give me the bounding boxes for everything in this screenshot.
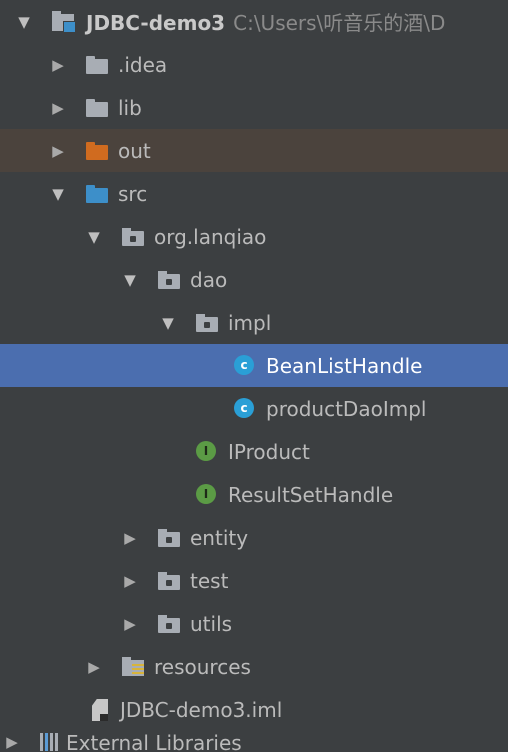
expand-arrow-icon[interactable]: ▼ xyxy=(86,228,102,246)
excluded-folder-icon xyxy=(86,142,108,160)
tree-node-test[interactable]: ▶ test xyxy=(0,559,508,602)
expand-arrow-icon[interactable]: ▼ xyxy=(16,13,32,31)
iml-file-icon xyxy=(92,699,108,721)
class-icon: c xyxy=(234,398,254,418)
collapse-arrow-icon[interactable]: ▶ xyxy=(50,99,66,117)
tree-node-org-lanqiao[interactable]: ▼ org.lanqiao xyxy=(0,215,508,258)
tree-node-dao[interactable]: ▼ dao xyxy=(0,258,508,301)
class-icon: c xyxy=(234,355,254,375)
tree-node-product-dao-impl[interactable]: c productDaoImpl xyxy=(0,387,508,430)
tree-node-label: resources xyxy=(154,654,251,679)
resources-folder-icon xyxy=(122,657,144,676)
project-path: C:\Users\听音乐的酒\D xyxy=(233,11,446,35)
expand-arrow-icon[interactable]: ▼ xyxy=(122,271,138,289)
collapse-arrow-icon[interactable]: ▶ xyxy=(50,142,66,160)
package-icon xyxy=(122,228,144,246)
library-icon xyxy=(40,733,60,751)
tree-node-label: dao xyxy=(190,267,228,292)
tree-node-label: impl xyxy=(228,310,272,335)
tree-node-label: BeanListHandle xyxy=(266,353,423,378)
tree-node-bean-list-handle[interactable]: c BeanListHandle xyxy=(0,344,508,387)
interface-icon: I xyxy=(196,441,216,461)
tree-node-entity[interactable]: ▶ entity xyxy=(0,516,508,559)
expand-arrow-icon[interactable]: ▼ xyxy=(50,185,66,203)
package-icon xyxy=(158,271,180,289)
tree-node-project-root[interactable]: ▼ JDBC-demo3 C:\Users\听音乐的酒\D xyxy=(0,0,508,43)
collapse-arrow-icon[interactable]: ▶ xyxy=(122,529,138,547)
interface-icon: I xyxy=(196,484,216,504)
tree-node-idea[interactable]: ▶ .idea xyxy=(0,43,508,86)
project-name: JDBC-demo3 xyxy=(86,11,226,35)
package-icon xyxy=(158,572,180,590)
tree-node-label: utils xyxy=(190,611,233,636)
source-folder-icon xyxy=(86,185,108,203)
collapse-arrow-icon[interactable]: ▶ xyxy=(86,658,102,676)
package-icon xyxy=(158,615,180,633)
tree-node-iml-file[interactable]: JDBC-demo3.iml xyxy=(0,688,508,731)
package-icon xyxy=(158,529,180,547)
tree-node-result-set-handle[interactable]: I ResultSetHandle xyxy=(0,473,508,516)
tree-node-label: out xyxy=(118,138,151,163)
tree-node-utils[interactable]: ▶ utils xyxy=(0,602,508,645)
tree-node-label: External Libraries xyxy=(66,731,242,752)
tree-node-impl[interactable]: ▼ impl xyxy=(0,301,508,344)
tree-node-resources[interactable]: ▶ resources xyxy=(0,645,508,688)
tree-node-label: IProduct xyxy=(228,439,310,464)
tree-node-out[interactable]: ▶ out xyxy=(0,129,508,172)
tree-node-label: .idea xyxy=(118,52,168,77)
module-folder-icon xyxy=(52,11,76,33)
tree-node-label: entity xyxy=(190,525,249,550)
collapse-arrow-icon[interactable]: ▶ xyxy=(122,572,138,590)
folder-icon xyxy=(86,56,108,74)
collapse-arrow-icon[interactable]: ▶ xyxy=(50,56,66,74)
tree-node-label: org.lanqiao xyxy=(154,224,267,249)
project-tree: ▼ JDBC-demo3 C:\Users\听音乐的酒\D ▶ .idea ▶ l… xyxy=(0,0,508,752)
tree-node-label: src xyxy=(118,181,148,206)
tree-node-src[interactable]: ▼ src xyxy=(0,172,508,215)
folder-icon xyxy=(86,99,108,117)
tree-node-iproduct[interactable]: I IProduct xyxy=(0,430,508,473)
tree-node-label: ResultSetHandle xyxy=(228,482,394,507)
tree-node-label: test xyxy=(190,568,229,593)
collapse-arrow-icon[interactable]: ▶ xyxy=(4,733,20,751)
tree-node-label: JDBC-demo3.iml xyxy=(120,697,283,722)
collapse-arrow-icon[interactable]: ▶ xyxy=(122,615,138,633)
tree-node-external-libraries[interactable]: ▶ External Libraries xyxy=(0,731,508,752)
tree-node-label: lib xyxy=(118,95,142,120)
expand-arrow-icon[interactable]: ▼ xyxy=(160,314,176,332)
tree-node-label: productDaoImpl xyxy=(266,396,427,421)
package-icon xyxy=(196,314,218,332)
tree-node-lib[interactable]: ▶ lib xyxy=(0,86,508,129)
